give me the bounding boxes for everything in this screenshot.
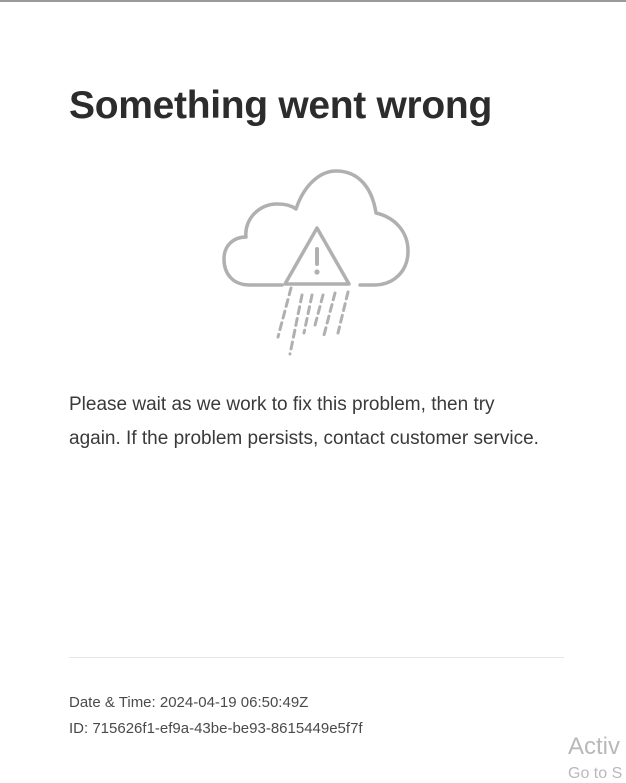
id-value: 715626f1-ef9a-43be-be93-8615449e5f7f bbox=[92, 720, 363, 737]
activation-watermark: Activ Go to S bbox=[568, 730, 626, 783]
datetime-label: Date & Time: bbox=[69, 694, 156, 711]
datetime-value: 2024-04-19 06:50:49Z bbox=[159, 694, 309, 711]
watermark-subtitle: Go to S bbox=[568, 765, 623, 782]
datetime-line: Date & Time: 2024-04-19 06:50:49Z bbox=[69, 690, 363, 716]
id-line: ID: 715626f1-ef9a-43be-be93-8615449e5f7f bbox=[69, 716, 363, 742]
error-details: Date & Time: 2024-04-19 06:50:49Z ID: 71… bbox=[69, 690, 363, 742]
error-page: Something went wrong Please wait as we w… bbox=[0, 0, 626, 783]
cloud-warning-rain-icon bbox=[222, 169, 410, 356]
watermark-title: Activ bbox=[568, 733, 621, 760]
divider bbox=[69, 657, 564, 658]
id-label: ID: bbox=[69, 720, 89, 737]
error-header: Something went wrong bbox=[69, 82, 569, 130]
error-message: Please wait as we work to fix this probl… bbox=[69, 394, 539, 449]
page-title: Something went wrong bbox=[69, 84, 492, 127]
